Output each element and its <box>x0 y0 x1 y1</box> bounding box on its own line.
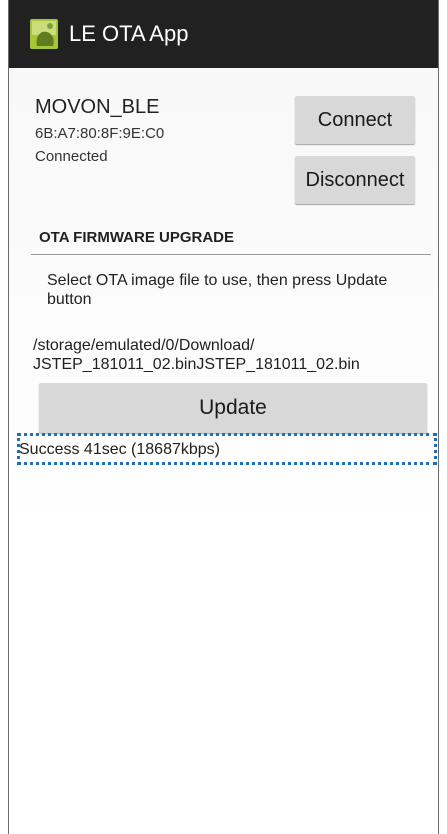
section-divider <box>31 254 431 255</box>
app-title: LE OTA App <box>69 21 189 46</box>
device-address: 6B:A7:80:8F:9E:C0 <box>35 125 165 142</box>
disconnect-button[interactable]: Disconnect <box>295 156 415 204</box>
ota-instructions: Select OTA image file to use, then press… <box>47 272 388 308</box>
update-button[interactable]: Update <box>39 383 427 433</box>
connection-status: Connected <box>35 148 108 165</box>
update-result-text: Success 41sec (18687kbps) <box>19 441 220 458</box>
android-app-icon <box>30 19 58 49</box>
ota-section-header: OTA FIRMWARE UPGRADE <box>39 229 234 246</box>
connect-button[interactable]: Connect <box>295 96 415 144</box>
app-screen: LE OTA App MOVON_BLE 6B:A7:80:8F:9E:C0 C… <box>8 0 439 834</box>
action-bar: LE OTA App <box>9 0 438 68</box>
selected-file-path[interactable]: /storage/emulated/0/Download/ JSTEP_1810… <box>33 336 438 374</box>
device-name: MOVON_BLE <box>35 96 160 118</box>
